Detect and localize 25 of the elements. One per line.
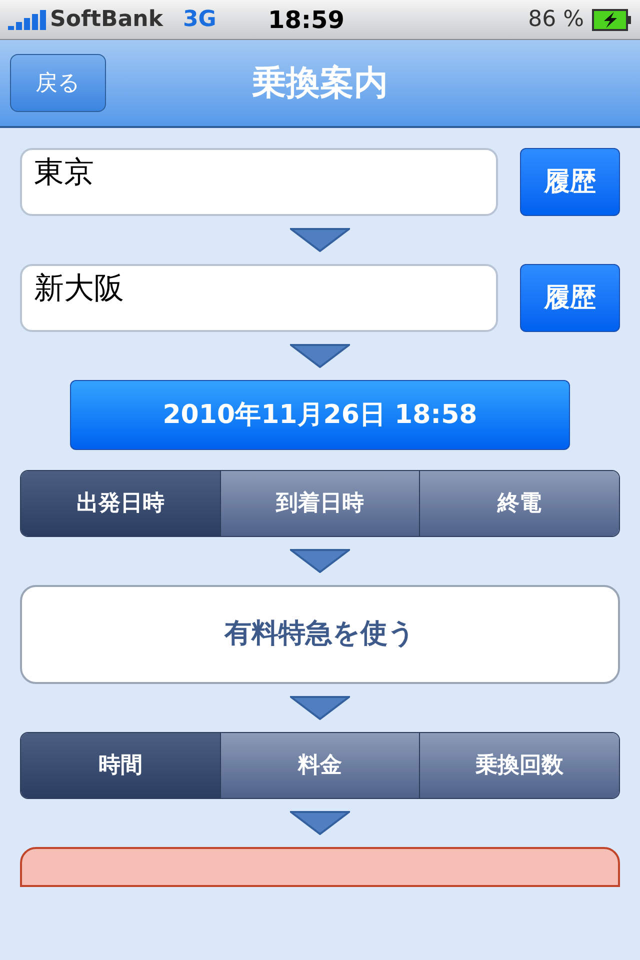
screen-title: 乗換案内 xyxy=(252,62,388,104)
down-arrow-icon xyxy=(290,811,350,835)
down-arrow-icon xyxy=(290,549,350,573)
network-type: 3G xyxy=(182,6,216,34)
battery-charging-icon xyxy=(592,8,632,30)
express-toggle-button[interactable]: 有料特急を使う xyxy=(20,585,620,684)
station-field[interactable]: 東京 xyxy=(20,148,498,216)
date-time-button[interactable]: 2010年11月26日 18:58 xyxy=(70,380,570,450)
segment-tab[interactable]: 出発日時 xyxy=(21,471,220,536)
station-field[interactable]: 新大阪 xyxy=(20,264,498,332)
segment-tab[interactable]: 料金 xyxy=(220,733,420,798)
segment-tab[interactable]: 到着日時 xyxy=(220,471,420,536)
segment-tab[interactable]: 乗換回数 xyxy=(419,733,619,798)
segment-tab[interactable]: 終電 xyxy=(419,471,619,536)
segment-tab[interactable]: 時間 xyxy=(21,733,220,798)
back-button[interactable]: 戻る xyxy=(10,54,106,112)
battery-percent: 86 % xyxy=(528,6,584,34)
history-button[interactable]: 履歴 xyxy=(520,264,620,332)
history-button[interactable]: 履歴 xyxy=(520,148,620,216)
clock-time: 18:59 xyxy=(268,4,346,36)
down-arrow-icon xyxy=(290,344,350,368)
down-arrow-icon xyxy=(290,228,350,252)
carrier-name: SoftBank xyxy=(50,6,163,34)
down-arrow-icon xyxy=(290,696,350,720)
signal-icon xyxy=(8,10,46,30)
